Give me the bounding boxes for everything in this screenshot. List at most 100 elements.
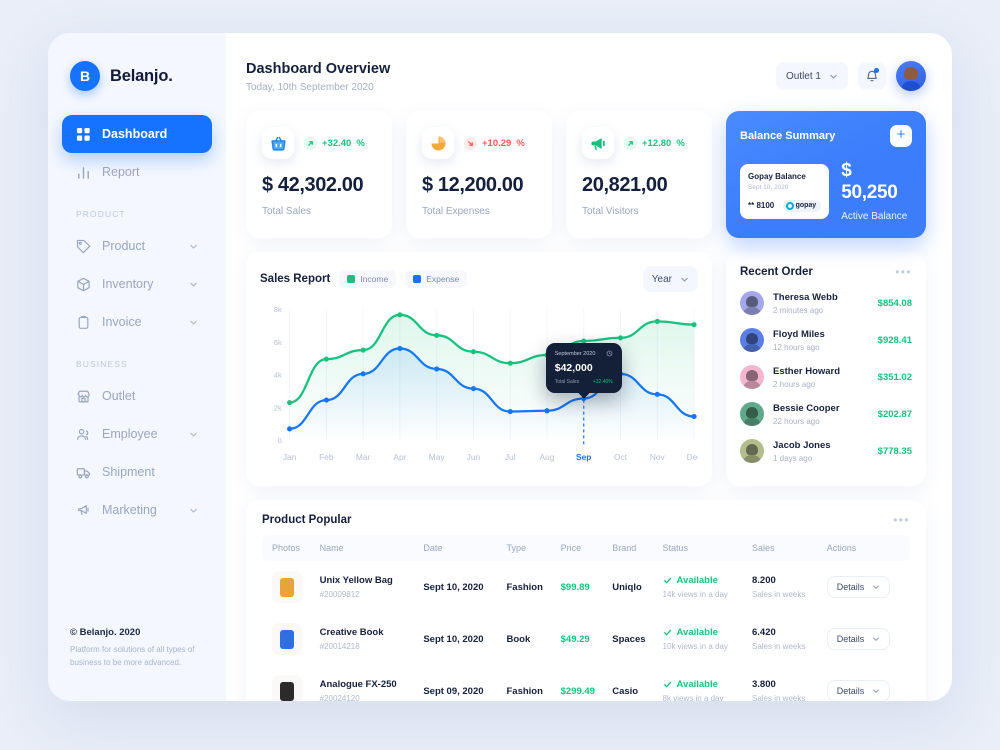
series-point bbox=[507, 360, 513, 366]
check-icon bbox=[663, 681, 671, 688]
gopay-card[interactable]: Gopay Balance Sept 10, 2020 ** 8100 gopa… bbox=[740, 163, 830, 219]
x-tick-label: Jan bbox=[283, 452, 297, 462]
table-row[interactable]: Creative Book #20014218 Sept 10, 2020 Book $… bbox=[262, 613, 910, 665]
series-point bbox=[397, 312, 403, 318]
main-content: Dashboard Overview Today, 10th September… bbox=[226, 33, 952, 701]
product-name: Unix Yellow Bag bbox=[319, 575, 393, 586]
order-item[interactable]: Esther Howard 2 hours ago $351.02 bbox=[740, 365, 912, 389]
basket-icon bbox=[262, 127, 294, 159]
cell-date: Sept 09, 2020 bbox=[423, 685, 484, 697]
tooltip-period: September 2020 bbox=[554, 350, 596, 357]
series-point bbox=[434, 332, 440, 338]
sidebar-item-inventory[interactable]: Inventory bbox=[62, 265, 212, 303]
product-popular-menu-icon[interactable]: ••• bbox=[893, 514, 910, 526]
stat-change-value: +12.80 bbox=[642, 137, 672, 149]
sidebar-item-label: Outlet bbox=[102, 389, 136, 403]
recent-order-menu-icon[interactable]: ••• bbox=[895, 266, 912, 278]
product-views: 8k views in a day bbox=[662, 694, 724, 701]
order-time: 2 minutes ago bbox=[773, 305, 824, 315]
order-amount: $351.02 bbox=[877, 371, 912, 383]
series-point bbox=[287, 399, 293, 406]
legend-income[interactable]: Income bbox=[339, 270, 397, 288]
order-item[interactable]: Theresa Webb 2 minutes ago $854.08 bbox=[740, 291, 912, 315]
details-button[interactable]: Details bbox=[826, 576, 891, 598]
sidebar-item-product[interactable]: Product bbox=[62, 227, 212, 265]
brand[interactable]: B Belanjo. bbox=[48, 33, 226, 91]
range-select[interactable]: Year bbox=[642, 266, 698, 292]
avatar[interactable] bbox=[896, 61, 926, 91]
legend-expense[interactable]: Expense bbox=[405, 270, 468, 288]
sidebar-item-employee[interactable]: Employee bbox=[62, 415, 212, 453]
chevron-down-icon bbox=[681, 277, 688, 282]
chevron-down-icon bbox=[190, 244, 197, 249]
table-column-header: Price bbox=[556, 535, 609, 561]
product-table-head: Photos Name Date Type Price Brand Status Sales A… bbox=[262, 535, 910, 561]
sidebar-item-shipment[interactable]: Shipment bbox=[62, 453, 212, 491]
x-tick-label: Jun bbox=[467, 452, 481, 462]
sidebar-item-outlet[interactable]: Outlet bbox=[62, 377, 212, 415]
y-tick-label: 0 bbox=[278, 436, 282, 445]
product-thumbnail bbox=[272, 571, 302, 603]
tag-icon bbox=[76, 239, 91, 253]
bar-chart-icon bbox=[78, 166, 89, 179]
chevron-down-icon bbox=[873, 585, 880, 589]
notifications-button[interactable] bbox=[858, 62, 886, 90]
series-point bbox=[654, 318, 660, 324]
table-row[interactable]: Analogue FX-250 #20024120 Sept 09, 2020 Fas… bbox=[262, 665, 910, 701]
avatar bbox=[740, 402, 764, 426]
copyright-text: © Belanjo. 2020 bbox=[70, 627, 141, 639]
sidebar-item-dashboard[interactable]: Dashboard bbox=[62, 115, 212, 153]
cell-type: Book bbox=[506, 633, 531, 645]
order-item[interactable]: Jacob Jones 1 days ago $778.35 bbox=[740, 439, 912, 463]
legend-expense-swatch bbox=[413, 275, 422, 283]
x-tick-label: Jul bbox=[505, 452, 516, 462]
sales-report-title: Sales Report bbox=[260, 273, 331, 285]
clipboard-icon bbox=[78, 315, 89, 329]
table-row[interactable]: Unix Yellow Bag #20009812 Sept 10, 2020 Fas… bbox=[262, 561, 910, 613]
cell-name: Creative Book #20014218 bbox=[316, 613, 420, 665]
sidebar-item-marketing[interactable]: Marketing bbox=[62, 491, 212, 529]
sidebar-item-invoice[interactable]: Invoice bbox=[62, 303, 212, 341]
order-item[interactable]: Bessie Cooper 22 hours ago $202.87 bbox=[740, 402, 912, 426]
chart-tooltip: September 2020 $42,000 Total Sales +32.4… bbox=[545, 343, 622, 399]
sidebar-item-report[interactable]: Report bbox=[62, 153, 212, 191]
cell-sales: 3.800 Sales in weeks bbox=[748, 665, 823, 701]
table-column-header: Photos bbox=[262, 535, 316, 561]
stat-card-total-visitors: +12.80% 20,821,00 Total Visitors bbox=[566, 111, 712, 238]
stat-change-value: +10.29 bbox=[482, 137, 512, 149]
cell-actions: Details bbox=[823, 665, 910, 701]
x-tick-label: Oct bbox=[614, 452, 628, 462]
order-time: 12 hours ago bbox=[773, 342, 820, 352]
order-time: 2 hours ago bbox=[773, 379, 816, 389]
y-tick-label: 2k bbox=[274, 403, 282, 412]
outlet-select[interactable]: Outlet 1 bbox=[775, 62, 848, 90]
cell-photo bbox=[262, 613, 316, 665]
order-amount: $202.87 bbox=[877, 408, 912, 420]
sidebar-item-label: Dashboard bbox=[102, 127, 168, 141]
clock-icon bbox=[606, 350, 613, 357]
avatar bbox=[740, 328, 764, 352]
series-point bbox=[360, 347, 366, 353]
tagline-text: Platform for solutions of all types of b… bbox=[70, 645, 195, 667]
cell-price: $99.89 bbox=[560, 581, 590, 593]
sales-chart[interactable]: 0 2k 4k 6k 8k Jan Feb Mar Apr May Jun Jul Aug Sep Oct… bbox=[260, 298, 698, 476]
details-button[interactable]: Details bbox=[826, 680, 891, 701]
order-amount: $854.08 bbox=[877, 297, 912, 309]
add-balance-button[interactable]: + bbox=[890, 125, 912, 147]
stat-change-suffix: % bbox=[356, 137, 365, 149]
cell-photo bbox=[262, 561, 316, 613]
sales-report-card: Sales Report Income Expense Year 0 2k 4k… bbox=[246, 252, 712, 486]
order-info: Bessie Cooper 22 hours ago bbox=[773, 403, 840, 426]
stat-label: Total Visitors bbox=[582, 206, 639, 217]
product-id: #20014218 bbox=[319, 642, 360, 651]
sidebar-item-label: Inventory bbox=[102, 277, 154, 291]
table-column-header: Type bbox=[502, 535, 557, 561]
chart-and-orders-row: Sales Report Income Expense Year 0 2k 4k… bbox=[246, 252, 926, 486]
details-button[interactable]: Details bbox=[826, 628, 891, 650]
product-name: Analogue FX-250 bbox=[319, 679, 397, 690]
grid-icon bbox=[76, 127, 90, 141]
x-tick-label: Sep bbox=[576, 452, 591, 462]
stat-cards: +32.40% $ 42,302.00 Total Sales +10.29 %… bbox=[246, 111, 712, 238]
order-item[interactable]: Floyd Miles 12 hours ago $928.41 bbox=[740, 328, 912, 352]
stat-value: $ 12,200.00 bbox=[422, 174, 524, 196]
